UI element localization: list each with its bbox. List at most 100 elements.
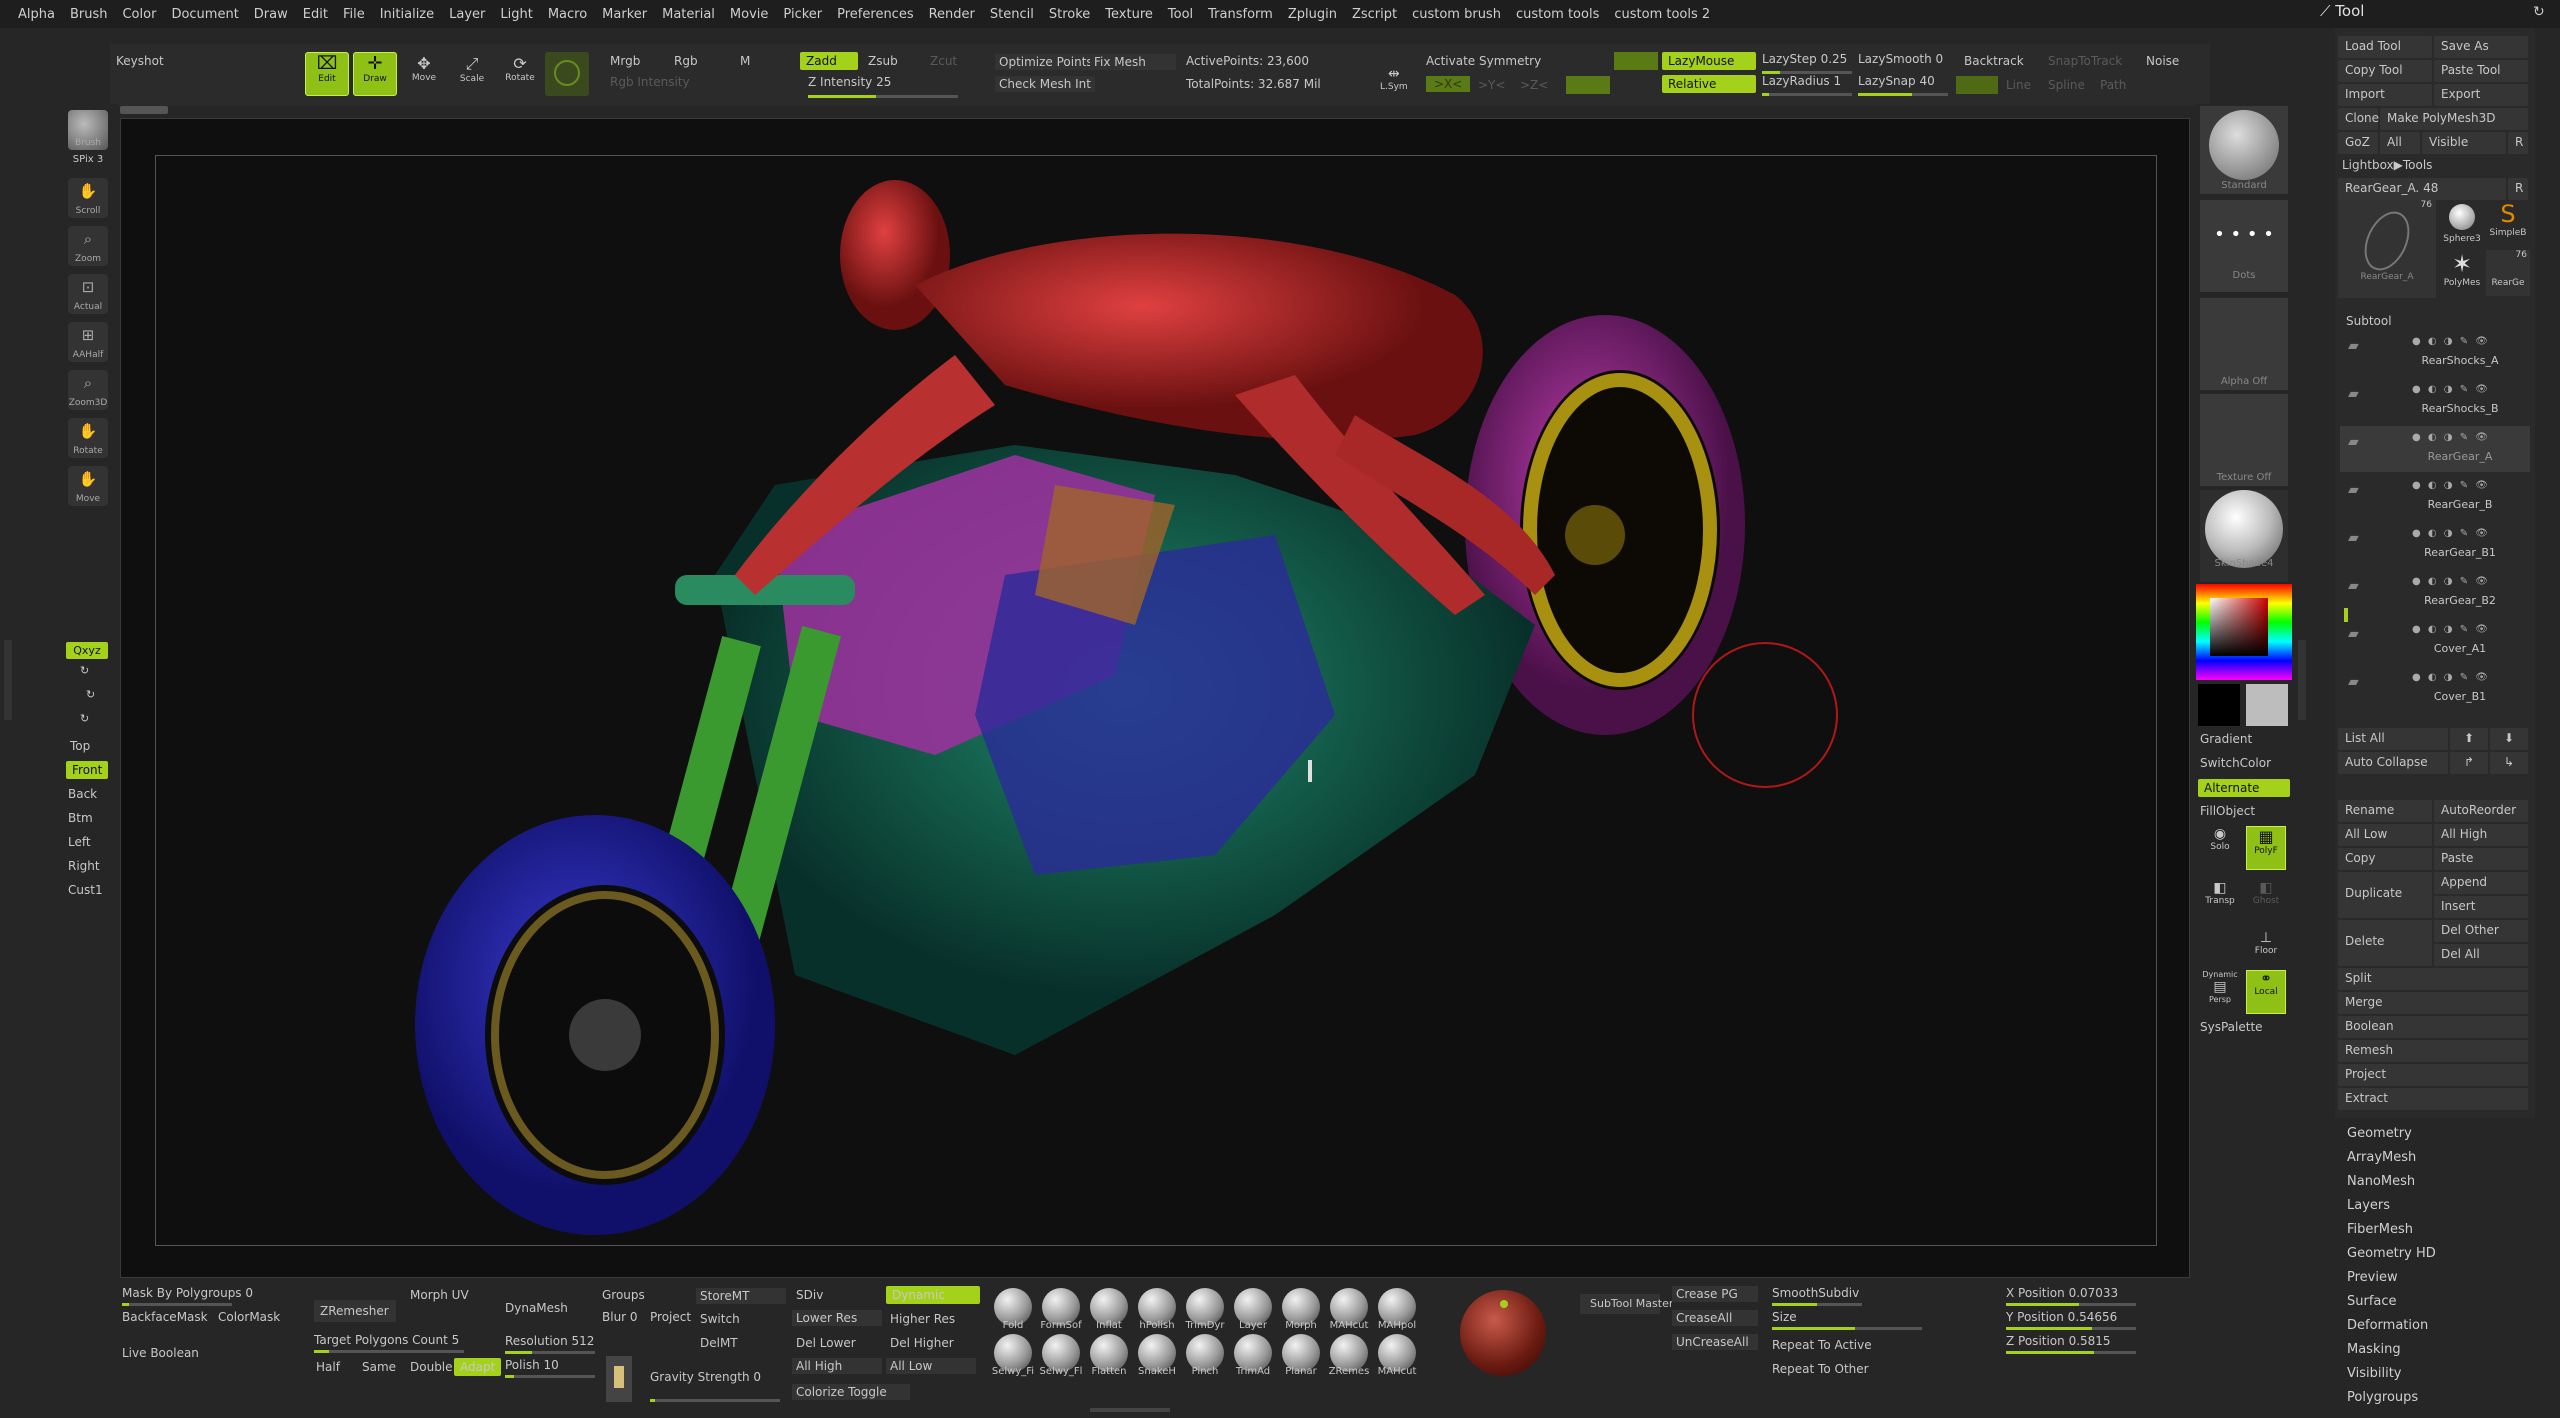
make-polymesh-button[interactable]: Make PolyMesh3D <box>2380 108 2528 130</box>
backtrack-button[interactable]: Backtrack <box>1964 54 2024 68</box>
menu-stroke[interactable]: Stroke <box>1049 7 1090 22</box>
lazysnap-slider[interactable]: LazySnap 40 <box>1858 74 1935 88</box>
crease-pg-button[interactable]: Crease PG <box>1672 1286 1758 1302</box>
z-intensity-track[interactable] <box>808 92 958 98</box>
solo-button[interactable]: ◉ Solo <box>2200 826 2240 864</box>
x-position-slider[interactable]: X Position 0.07033 <box>2006 1286 2118 1300</box>
menu-light[interactable]: Light <box>500 7 532 22</box>
project-dynamesh-button[interactable]: Project <box>650 1310 691 1324</box>
color-square[interactable] <box>2210 598 2268 656</box>
mrgb-button[interactable]: Mrgb <box>610 54 640 68</box>
sym-z-button[interactable]: >Z< <box>1520 78 1548 92</box>
subtool-item[interactable]: ▰ ● ◐ ◑ ✎ 👁 RearGear_A <box>2340 426 2530 472</box>
subtool-item[interactable]: ▰ ● ◐ ◑ ✎ 👁 RearGear_B2 <box>2340 570 2530 616</box>
subpalette-preview[interactable]: Preview <box>2335 1270 2535 1294</box>
fix-mesh-button[interactable]: Fix Mesh <box>1090 54 1176 70</box>
size-track[interactable] <box>1772 1327 1922 1330</box>
z-position-slider[interactable]: Z Position 0.5815 <box>2006 1334 2111 1348</box>
subpalette-geometry[interactable]: Geometry <box>2335 1126 2535 1150</box>
subpalette-nanomesh[interactable]: NanoMesh <box>2335 1174 2535 1198</box>
subpalette-masking[interactable]: Masking <box>2335 1342 2535 1366</box>
target-polys-slider[interactable]: Target Polygons Count 5 <box>314 1333 459 1347</box>
scroll-button[interactable]: ✋ Scroll <box>68 178 108 218</box>
view-btm-button[interactable]: Btm <box>68 811 93 825</box>
check-mesh-button[interactable]: Check Mesh Int <box>995 76 1095 92</box>
current-tool-slider[interactable]: RearGear_A. 48 <box>2338 178 2506 200</box>
subtool-header[interactable]: Subtool <box>2346 314 2392 328</box>
rename-button[interactable]: Rename <box>2338 800 2432 822</box>
view-cust1-button[interactable]: Cust1 <box>68 883 103 897</box>
sphere-tool-thumb[interactable]: Sphere3 <box>2440 200 2484 246</box>
alternate-button[interactable]: Alternate <box>2198 779 2290 797</box>
fillobject-button[interactable]: FillObject <box>2200 804 2255 818</box>
subtool-master-button[interactable]: SubTool Master <box>1580 1294 1673 1314</box>
delmt-button[interactable]: DelMT <box>700 1336 738 1350</box>
actual-button[interactable]: ⊡ Actual <box>68 274 108 314</box>
ghost-button[interactable]: ◧ Ghost <box>2246 880 2286 918</box>
dynamic-button[interactable]: Dynamic <box>886 1286 980 1304</box>
brush-slot[interactable]: Layer <box>1230 1288 1276 1332</box>
creaseall-button[interactable]: CreaseAll <box>1672 1310 1758 1326</box>
lazyradius-track[interactable] <box>1762 93 1852 96</box>
rotate-view-button[interactable]: ✋ Rotate <box>68 418 108 458</box>
mask-polygroups-track[interactable] <box>122 1303 232 1306</box>
polish-track[interactable] <box>505 1375 595 1378</box>
brush-slot[interactable]: Pinch <box>1182 1334 1228 1378</box>
gravity-icon[interactable] <box>606 1356 632 1402</box>
keyshot-button[interactable]: Keyshot <box>116 54 164 68</box>
move-view-button[interactable]: ✋ Move <box>68 466 108 506</box>
morph-uv-button[interactable]: Morph UV <box>410 1288 469 1302</box>
y-rotate-icon[interactable]: ↻ <box>80 664 89 677</box>
import-button[interactable]: Import <box>2338 84 2432 106</box>
project-button[interactable]: Project <box>2338 1064 2528 1086</box>
paste-subtool-button[interactable]: Paste <box>2434 848 2528 870</box>
menu-preferences[interactable]: Preferences <box>837 7 913 22</box>
auto-collapse-button[interactable]: Auto Collapse <box>2338 752 2448 774</box>
uncreaseall-button[interactable]: UnCreaseAll <box>1672 1334 1758 1350</box>
switch-button[interactable]: Switch <box>700 1312 740 1326</box>
brush-slot[interactable]: hPolish <box>1134 1288 1180 1332</box>
material-ball-button[interactable] <box>545 52 589 96</box>
adapt-button[interactable]: Adapt <box>454 1358 502 1376</box>
subpalette-geometry-hd[interactable]: Geometry HD <box>2335 1246 2535 1270</box>
path-button[interactable]: Path <box>2100 78 2126 92</box>
texture-off-button[interactable]: Texture Off <box>2200 394 2288 486</box>
subpalette-layers[interactable]: Layers <box>2335 1198 2535 1222</box>
sym-radial-button[interactable] <box>1566 76 1610 94</box>
lazymouse-toggle[interactable] <box>1614 52 1658 70</box>
move-up-icon[interactable]: ⬆ <box>2450 728 2488 750</box>
colorize-toggle-button[interactable]: Colorize Toggle <box>792 1384 910 1400</box>
backtrack-toggle[interactable] <box>1956 76 1998 94</box>
goz-button[interactable]: GoZ <box>2338 132 2378 154</box>
subtool-item[interactable]: ▰ ● ◐ ◑ ✎ 👁 RearShocks_B <box>2340 378 2530 424</box>
menu-alpha[interactable]: Alpha <box>18 7 55 22</box>
view-back-button[interactable]: Back <box>68 787 97 801</box>
subtool-visibility-icons[interactable]: ● ◐ ◑ ✎ 👁 <box>2412 384 2490 395</box>
brush-slot[interactable]: Planar <box>1278 1334 1324 1378</box>
menu-render[interactable]: Render <box>929 7 975 22</box>
subtool-visibility-icons[interactable]: ● ◐ ◑ ✎ 👁 <box>2412 336 2490 347</box>
view-right-button[interactable]: Right <box>68 859 100 873</box>
stroke-dots-button[interactable]: • • • • Dots <box>2200 200 2288 292</box>
zremesher-button[interactable]: ZRemesher <box>314 1300 396 1322</box>
menu-custom-tools-2[interactable]: custom tools 2 <box>1614 7 1710 22</box>
menu-custom-brush[interactable]: custom brush <box>1412 7 1501 22</box>
list-all-button[interactable]: List All <box>2338 728 2448 750</box>
menu-file[interactable]: File <box>343 7 365 22</box>
polyf-button[interactable]: ▦ PolyF <box>2246 826 2286 870</box>
brush-slot[interactable]: Fold <box>990 1288 1036 1332</box>
material-preview-ball[interactable] <box>1460 1290 1546 1376</box>
menu-draw[interactable]: Draw <box>254 7 288 22</box>
m-button[interactable]: M <box>740 54 750 68</box>
delete-button[interactable]: Delete <box>2338 920 2432 966</box>
lazyradius-slider[interactable]: LazyRadius 1 <box>1762 74 1841 88</box>
z-position-track[interactable] <box>2006 1351 2136 1354</box>
insert-button[interactable]: Insert <box>2434 896 2528 918</box>
menu-material[interactable]: Material <box>662 7 715 22</box>
material-skinshade-button[interactable]: SkinShade4 <box>2200 490 2288 582</box>
activate-symmetry-button[interactable]: Activate Symmetry <box>1426 54 1541 68</box>
subtool-item[interactable]: ▰ ● ◐ ◑ ✎ 👁 RearGear_B <box>2340 474 2530 520</box>
extract-button[interactable]: Extract <box>2338 1088 2528 1110</box>
append-button[interactable]: Append <box>2434 872 2528 894</box>
lazysnap-track[interactable] <box>1858 93 1948 96</box>
